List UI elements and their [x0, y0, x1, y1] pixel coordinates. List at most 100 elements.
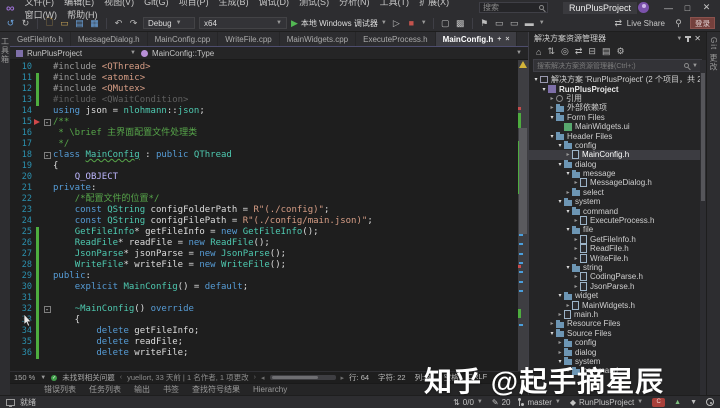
expanded-arrow-icon[interactable]: ▾ — [556, 292, 564, 299]
expanded-arrow-icon[interactable]: ▾ — [564, 226, 572, 233]
collapsed-arrow-icon[interactable]: ▸ — [572, 179, 580, 186]
tree-item[interactable]: ▾ dialog — [529, 160, 706, 169]
hscroll-left-icon[interactable]: ◂ — [261, 374, 265, 382]
collapsed-arrow-icon[interactable]: ▸ — [572, 217, 580, 224]
save-icon[interactable]: ▤ — [74, 17, 85, 29]
comment-icon[interactable]: ▭ — [494, 17, 505, 29]
notifications-icon[interactable] — [706, 398, 714, 406]
tree-item[interactable]: ▾ Form Files — [529, 113, 706, 122]
live-share-button[interactable]: ⇄ Live Share — [613, 17, 665, 29]
panel-tab[interactable]: Hierarchy — [253, 385, 287, 394]
new-file-icon[interactable]: 🗋︎ — [44, 17, 55, 29]
tree-vertical-scrollbar[interactable] — [700, 60, 706, 395]
git-codelens-label[interactable]: yuellort, 33 天前 | 1 名作者, 1 项更改 — [127, 372, 249, 383]
panel-tab[interactable]: 查找符号结果 — [192, 384, 240, 395]
tab-close-icon[interactable]: × — [505, 36, 509, 43]
collapsed-arrow-icon[interactable]: ▸ — [572, 255, 580, 262]
open-file-icon[interactable]: ▭ — [59, 17, 70, 29]
collapsed-arrow-icon[interactable]: ▸ — [572, 273, 580, 280]
show-all-files-icon[interactable]: ▤ — [602, 46, 611, 57]
navigate-back-icon[interactable]: ↺ — [5, 17, 16, 29]
tree-item[interactable]: MainWidgets.ui — [529, 122, 706, 131]
collapsed-arrow-icon[interactable]: ▸ — [548, 95, 556, 102]
collapse-icon[interactable]: - — [43, 152, 51, 160]
feedback-icon[interactable]: ⚲ — [673, 17, 684, 29]
home-icon[interactable]: ⌂ — [536, 47, 541, 57]
expanded-arrow-icon[interactable]: ▾ — [540, 86, 548, 93]
expanded-arrow-icon[interactable]: ▾ — [532, 76, 540, 83]
start-debugging-button[interactable]: ▶ 本地 Windows 调试器 ▼ — [291, 18, 387, 29]
expanded-arrow-icon[interactable]: ▾ — [556, 142, 564, 149]
collapsed-arrow-icon[interactable]: ▸ — [564, 302, 572, 309]
menu-item[interactable]: 扩展(X) — [414, 0, 454, 7]
document-tab[interactable]: WriteFile.cpp — [218, 32, 280, 46]
tree-item[interactable]: ▾ 解决方案 'RunPlusProject' (2 个项目，共 2 个) — [529, 75, 706, 84]
tree-item[interactable]: ▸ main.h — [529, 309, 706, 319]
tree-item[interactable]: ▸ MainWidgets.h — [529, 300, 706, 310]
menu-item[interactable]: 测试(S) — [294, 0, 334, 7]
expanded-arrow-icon[interactable]: ▾ — [548, 133, 556, 140]
bookmark-icon[interactable]: ⚑ — [479, 17, 490, 29]
switch-views-icon[interactable]: ⇅ — [547, 46, 555, 57]
solution-config-dropdown[interactable]: Debug ▼ — [143, 17, 195, 29]
collapsed-arrow-icon[interactable]: ▸ — [556, 311, 564, 318]
uncomment-icon[interactable]: ▭ — [509, 17, 520, 29]
expanded-arrow-icon[interactable]: ▾ — [556, 198, 564, 205]
tree-item[interactable]: ▸ select — [529, 188, 706, 197]
collapsed-arrow-icon[interactable]: ▸ — [564, 151, 572, 158]
fold-margin[interactable]: - — [41, 117, 53, 128]
tree-item[interactable]: ▾ string — [529, 263, 706, 272]
menu-item[interactable]: Git(G) — [139, 0, 174, 7]
fold-margin[interactable]: - — [41, 150, 53, 161]
fold-margin[interactable]: - — [41, 304, 53, 315]
document-tab[interactable]: MessageDialog.h — [71, 32, 148, 46]
tree-item[interactable]: ▸ dialog — [529, 347, 706, 357]
collapsed-arrow-icon[interactable]: ▸ — [556, 349, 564, 356]
editor-vertical-scrollbar[interactable] — [518, 60, 528, 371]
document-tab[interactable]: ExecuteProcess.h — [356, 32, 436, 46]
tree-item[interactable]: ▸ 外部依赖项 — [529, 103, 706, 112]
tab-pin-icon[interactable]: + — [497, 36, 501, 43]
pending-changes-filter-icon[interactable]: ◎ — [561, 46, 569, 57]
tree-item[interactable]: ▾ file — [529, 225, 706, 234]
tree-item[interactable]: ▾ RunPlusProject — [529, 84, 706, 94]
arrow-up-icon[interactable]: ▲ — [674, 399, 681, 406]
panel-tab[interactable]: 书签 — [163, 384, 179, 395]
pin-icon[interactable] — [685, 35, 692, 42]
tree-item[interactable]: ▸ MainConfig.h — [529, 150, 706, 160]
maximize-button[interactable]: □ — [678, 3, 697, 13]
start-without-debugging-icon[interactable]: ▷ — [391, 17, 402, 29]
tree-item[interactable]: ▸ 引用 — [529, 94, 706, 103]
expanded-arrow-icon[interactable]: ▾ — [564, 264, 572, 271]
expanded-arrow-icon[interactable]: ▾ — [564, 208, 572, 215]
find-in-files-icon[interactable]: ▢ — [440, 17, 451, 29]
menu-item[interactable]: 分析(N) — [334, 0, 375, 7]
toolbox-tab[interactable]: 工具箱 — [0, 32, 11, 69]
collapse-icon[interactable]: - — [43, 306, 51, 314]
collapsed-arrow-icon[interactable]: ▸ — [556, 339, 564, 346]
expanded-arrow-icon[interactable]: ▾ — [548, 330, 556, 337]
codelens-prev-icon[interactable]: ‹ — [120, 374, 122, 381]
expanded-arrow-icon[interactable]: ▾ — [548, 114, 556, 121]
arrow-down-icon[interactable]: ▼ — [690, 399, 697, 406]
panel-tab[interactable]: 任务列表 — [89, 384, 121, 395]
toggle-breakpoint-icon[interactable]: ▩ — [455, 17, 466, 29]
hot-reload-icon[interactable]: ■ — [406, 17, 417, 29]
tree-item[interactable]: ▾ message — [529, 169, 706, 178]
save-all-icon[interactable]: ▦ — [89, 17, 100, 29]
hscroll-right-icon[interactable]: ▸ — [341, 374, 345, 382]
solution-search-box[interactable]: 搜索解决方案资源管理器(Ctrl+;) ▼ — [533, 59, 702, 72]
tree-item[interactable]: ▸ GetFileInfo.h — [529, 234, 706, 244]
expanded-arrow-icon[interactable]: ▾ — [564, 170, 572, 177]
tree-item[interactable]: ▸ Resource Files — [529, 319, 706, 328]
collapsed-arrow-icon[interactable]: ▸ — [572, 236, 580, 243]
minimize-button[interactable]: — — [659, 3, 678, 13]
menu-item[interactable]: 调试(D) — [254, 0, 295, 7]
document-tab[interactable]: GetFileInfo.h — [10, 32, 71, 46]
tree-item[interactable]: ▸ ExecuteProcess.h — [529, 216, 706, 226]
expanded-arrow-icon[interactable]: ▾ — [556, 161, 564, 168]
menu-item[interactable]: 生成(B) — [214, 0, 254, 7]
redo-icon[interactable]: ↷ — [128, 17, 139, 29]
collapsed-arrow-icon[interactable]: ▸ — [564, 189, 572, 196]
panel-close-icon[interactable]: ✕ — [694, 34, 701, 43]
